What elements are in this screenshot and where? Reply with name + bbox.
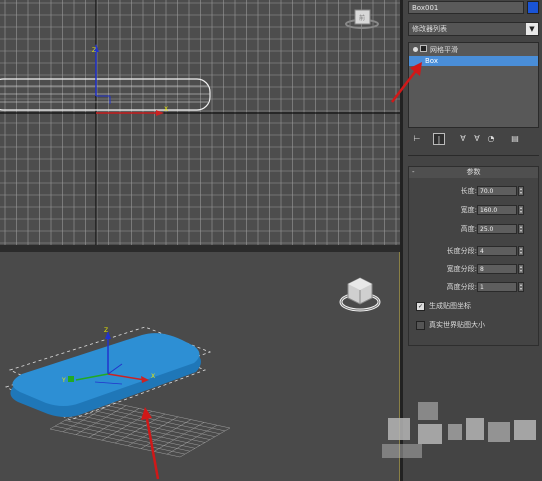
height-segs-spinner[interactable]: ▴ ▾ xyxy=(518,282,524,292)
watermark xyxy=(378,398,540,468)
collapse-icon[interactable]: - xyxy=(412,167,415,178)
viewport-separator[interactable] xyxy=(0,245,400,252)
divider xyxy=(408,155,539,156)
parameters-title: 参数 xyxy=(466,168,481,176)
object-color-swatch[interactable] xyxy=(527,1,539,14)
perspective-viewport[interactable]: X Y Z xyxy=(0,252,400,481)
param-row-height-segs: 高度分段: 1 ▴ ▾ xyxy=(409,281,540,293)
height-segs-field[interactable]: 1 xyxy=(477,282,517,292)
checkbox-checked-icon[interactable]: ✓ xyxy=(416,301,425,311)
checkbox-unchecked-icon[interactable] xyxy=(416,320,425,330)
stack-toolbar: ⊢ | ∀ ∀ ◔ ▤ xyxy=(411,133,539,145)
front-viewport-grid: X Z xyxy=(0,0,400,245)
gizmo-x-label: X xyxy=(164,106,168,113)
front-viewport[interactable]: X Z 前 xyxy=(0,0,400,245)
modifier-toggle-icon[interactable] xyxy=(420,45,427,52)
svg-text:X: X xyxy=(151,373,155,380)
stack-item-meshsmooth[interactable]: 网格平滑 xyxy=(409,45,538,55)
parameters-rollout: - 参数 长度: 70.0 ▴ ▾ 宽度: 160.0 ▴ ▾ 高度: 25.0 ▴… xyxy=(408,166,539,346)
height-spinner[interactable]: ▴ ▾ xyxy=(518,224,524,234)
lightbulb-icon[interactable] xyxy=(413,47,418,52)
width-field[interactable]: 160.0 xyxy=(477,205,517,215)
modifier-sets-icon[interactable]: ▤ xyxy=(509,133,521,145)
width-segs-spinner[interactable]: ▴ ▾ xyxy=(518,264,524,274)
checkbox-label: 生成贴图坐标 xyxy=(429,302,471,310)
annotation-arrow-stack xyxy=(391,62,422,103)
real-world-map-size-checkbox[interactable]: 真实世界贴图大小 xyxy=(416,319,485,331)
length-spinner[interactable]: ▴ ▾ xyxy=(518,186,524,196)
viewcube-perspective[interactable] xyxy=(336,272,384,316)
width-spinner[interactable]: ▴ ▾ xyxy=(518,205,524,215)
width-segs-field[interactable]: 8 xyxy=(477,264,517,274)
modifier-list-dropdown[interactable]: 修改器列表 ▼ xyxy=(408,22,539,36)
parameters-rollout-header[interactable]: - 参数 xyxy=(409,167,538,178)
chevron-down-icon[interactable]: ▼ xyxy=(526,23,538,35)
configure-modifier-sets-icon[interactable]: ◔ xyxy=(485,133,497,145)
param-label: 宽度分段: xyxy=(446,265,477,273)
gizmo-z-label: Z xyxy=(92,47,96,54)
generate-mapping-coords-checkbox[interactable]: ✓ 生成贴图坐标 xyxy=(416,300,471,312)
height-field[interactable]: 25.0 xyxy=(477,224,517,234)
viewcube-front[interactable]: 前 xyxy=(340,4,380,30)
param-label: 宽度: xyxy=(460,206,477,214)
length-segs-spinner[interactable]: ▴ ▾ xyxy=(518,246,524,256)
length-field[interactable]: 70.0 xyxy=(477,186,517,196)
param-label: 长度分段: xyxy=(446,247,477,255)
param-row-length: 长度: 70.0 ▴ ▾ xyxy=(409,185,540,197)
modifier-list-label: 修改器列表 xyxy=(412,25,447,33)
show-end-result-icon[interactable]: | xyxy=(433,133,445,145)
param-row-width: 宽度: 160.0 ▴ ▾ xyxy=(409,204,540,216)
box-wireframe-front xyxy=(0,78,211,111)
param-label: 高度: xyxy=(460,225,477,233)
param-row-length-segs: 长度分段: 4 ▴ ▾ xyxy=(409,245,540,257)
param-label: 高度分段: xyxy=(446,283,477,291)
length-segs-field[interactable]: 4 xyxy=(477,246,517,256)
svg-text:Y: Y xyxy=(61,377,66,384)
param-row-width-segs: 宽度分段: 8 ▴ ▾ xyxy=(409,263,540,275)
annotation-arrow-box xyxy=(141,407,160,480)
remove-modifier-icon[interactable]: ∀ xyxy=(471,133,483,145)
make-unique-icon[interactable]: ∀ xyxy=(457,133,469,145)
pin-stack-icon[interactable]: ⊢ xyxy=(411,133,423,145)
stack-item-label: 网格平滑 xyxy=(430,46,458,54)
object-name-field[interactable]: Box001 xyxy=(408,1,524,14)
param-row-height: 高度: 25.0 ▴ ▾ xyxy=(409,223,540,235)
viewcube-label: 前 xyxy=(359,14,365,22)
param-label: 长度: xyxy=(460,187,477,195)
stack-item-box[interactable]: Box xyxy=(409,56,538,66)
checkbox-label: 真实世界贴图大小 xyxy=(429,321,485,329)
svg-text:Z: Z xyxy=(104,327,108,334)
